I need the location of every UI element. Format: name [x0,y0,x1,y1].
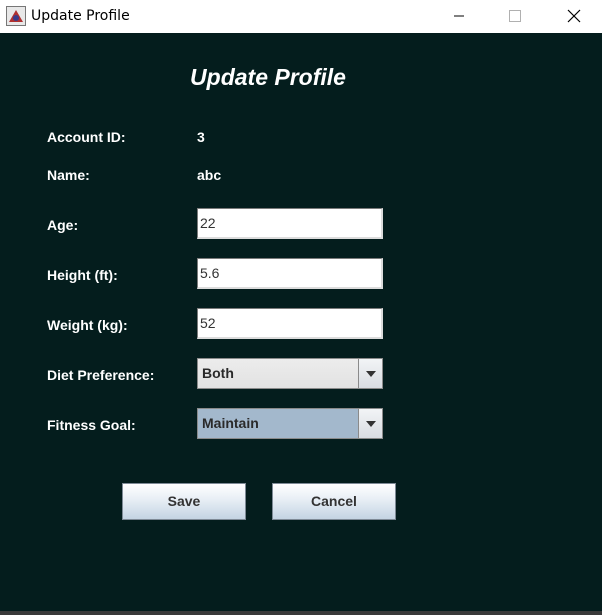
weight-label: Weight (kg): [47,317,128,333]
diet-preference-select[interactable]: Both [197,358,383,389]
name-label: Name: [47,167,90,183]
chevron-down-icon [365,420,376,427]
account-id-value: 3 [197,129,205,145]
name-value: abc [197,167,222,183]
age-label: Age: [47,217,79,233]
close-button[interactable] [551,0,597,32]
minimize-button[interactable] [436,0,482,32]
diet-preference-selected: Both [202,365,234,381]
maximize-icon [509,10,521,22]
account-id-label: Account ID: [47,129,126,145]
update-profile-window: Update Profile Update Profile Account ID… [0,0,602,615]
window-bottom-border [0,611,602,615]
window-title: Update Profile [31,8,130,24]
cancel-button[interactable]: Cancel [272,483,396,520]
fitness-goal-label: Fitness Goal: [47,417,136,433]
fitness-goal-select[interactable]: Maintain [197,408,383,439]
form-panel: Update Profile Account ID: 3 Name: abc A… [0,33,602,611]
java-app-icon [6,6,26,26]
title-bar[interactable]: Update Profile [0,0,602,33]
fitness-goal-selected: Maintain [202,415,259,431]
page-title: Update Profile [190,64,346,90]
age-input[interactable] [197,208,383,239]
goal-dropdown-button[interactable] [358,409,382,438]
minimize-icon [454,15,464,17]
height-input[interactable] [197,258,383,289]
diet-dropdown-button[interactable] [358,359,382,388]
height-label: Height (ft): [47,267,118,283]
chevron-down-icon [365,370,376,377]
diet-preference-label: Diet Preference: [47,367,155,383]
close-icon [567,9,581,23]
save-button[interactable]: Save [122,483,246,520]
maximize-button[interactable] [492,0,538,32]
weight-input[interactable] [197,308,383,339]
